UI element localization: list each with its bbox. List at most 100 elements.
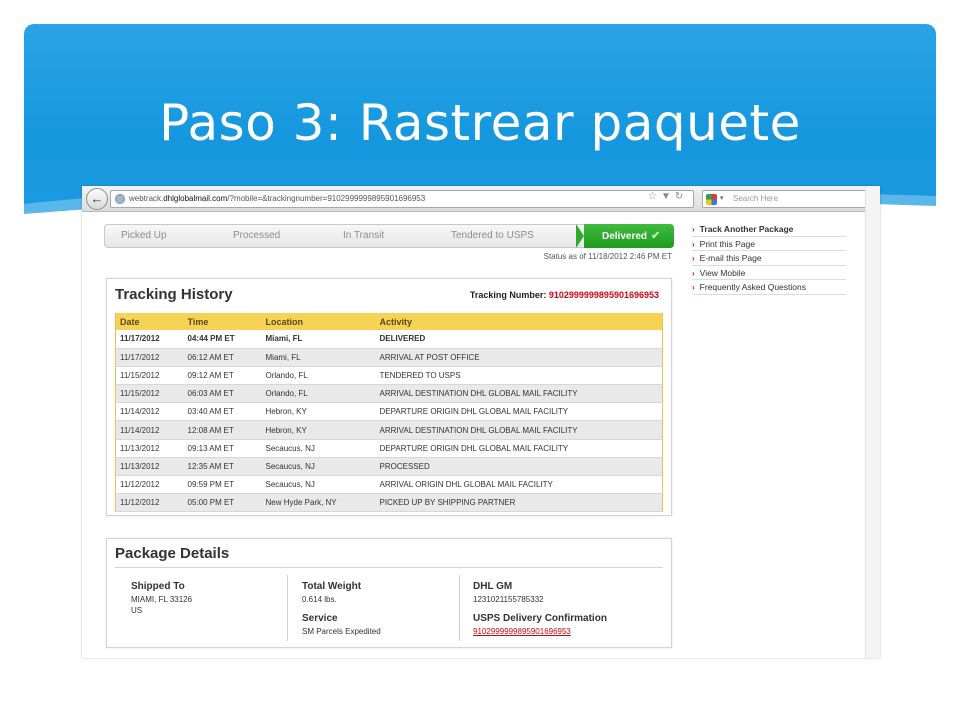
row-activity: ARRIVAL DESTINATION DHL GLOBAL MAIL FACI…: [375, 420, 663, 440]
slide-title: Paso 3: Rastrear paquete: [159, 94, 801, 152]
row-activity: PROCESSED: [375, 457, 663, 477]
row-date: 11/17/2012: [115, 348, 184, 367]
tracking-number-label: Tracking Number:: [469, 290, 547, 300]
col-activity: Activity: [375, 313, 663, 330]
row-location: Miami, FL: [261, 330, 376, 349]
history-dropdown-icon[interactable]: ▼: [661, 191, 675, 202]
tracking-history-body: 11/17/2012 04:44 PM ET Miami, FL DELIVERED 1…: [115, 330, 663, 513]
shipped-to-line1: MIAMI, FL 33126: [131, 595, 193, 604]
row-location: Miami, FL: [261, 348, 376, 367]
row-date: 11/12/2012: [115, 493, 184, 513]
table-row: 11/13/2012 12:35 AM ET Secaucus, NJ PROCESS…: [115, 457, 663, 477]
back-arrow-icon[interactable]: ←: [86, 188, 108, 210]
column-divider: [287, 575, 288, 641]
row-time: 05:00 PM ET: [183, 493, 262, 513]
row-time: 03:40 AM ET: [183, 402, 262, 422]
weight-label: Total Weight: [302, 581, 362, 592]
table-row: 11/17/2012 06:12 AM ET Miami, FL ARRIVAL AT…: [115, 348, 663, 367]
row-date: 11/15/2012: [115, 384, 184, 404]
reload-icon[interactable]: ↻: [675, 191, 687, 202]
row-activity: DEPARTURE ORIGIN DHL GLOBAL MAIL FACILIT…: [375, 439, 663, 458]
shipped-to-label: Shipped To: [131, 581, 185, 592]
row-date: 11/14/2012: [115, 420, 184, 440]
step-delivered-label: Delivered: [602, 231, 648, 242]
status-timestamp: Status as of 11/18/2012 2:46 PM ET: [543, 252, 672, 261]
row-activity: ARRIVAL ORIGIN DHL GLOBAL MAIL FACILITY: [375, 475, 663, 495]
step-delivered: Delivered ✔: [576, 224, 674, 248]
row-time: 12:35 AM ET: [183, 457, 262, 477]
shipped-to-line2: US: [131, 606, 143, 615]
check-icon: ✔: [651, 230, 661, 242]
chevron-right-icon: ›: [692, 268, 695, 278]
sidebar-item-faq[interactable]: › Frequently Asked Questions: [692, 280, 846, 295]
weight-value: 0.614 lbs.: [302, 595, 337, 604]
tracking-history-table: Date Time Location Activity 11/17/2012 04…: [115, 313, 663, 513]
row-time: 04:44 PM ET: [183, 330, 262, 349]
row-date: 11/14/2012: [115, 402, 184, 422]
table-row: 11/12/2012 05:00 PM ET New Hyde Park, NY PI…: [115, 493, 663, 513]
table-row: 11/14/2012 03:40 AM ET Hebron, KY DEPARTURE…: [115, 402, 663, 422]
row-time: 09:12 AM ET: [183, 366, 262, 386]
table-header-row: Date Time Location Activity: [115, 313, 663, 330]
service-value: SM Parcels Expedited: [302, 627, 381, 636]
row-time: 06:03 AM ET: [183, 384, 262, 404]
col-location: Location: [261, 313, 376, 330]
dhl-usps-column: DHL GM 1231021155785332 USPS Delivery Co…: [473, 581, 607, 637]
globe-icon: [115, 194, 125, 204]
row-activity: DEPARTURE ORIGIN DHL GLOBAL MAIL FACILIT…: [375, 402, 663, 422]
row-date: 11/13/2012: [115, 457, 184, 477]
usps-confirmation-link[interactable]: 9102999999895901696953: [473, 626, 607, 637]
url-host: dhlglobalmail.com: [163, 194, 228, 203]
tracking-number-value: 9102999999895901696953: [548, 290, 659, 300]
chevron-right-icon: ›: [692, 239, 695, 249]
row-location: Hebron, KY: [261, 402, 376, 422]
row-activity: ARRIVAL AT POST OFFICE: [375, 348, 663, 367]
browser-toolbar: ← webtrack.dhlglobalmail.com/?mobile=&tr…: [82, 186, 880, 212]
chevron-right-icon: ›: [692, 254, 695, 263]
row-activity: TENDERED TO USPS: [375, 366, 663, 386]
table-row: 11/15/2012 09:12 AM ET Orlando, FL TENDERED…: [115, 366, 663, 386]
row-time: 09:59 PM ET: [183, 475, 262, 495]
sidebar-item-label: View Mobile: [699, 267, 746, 278]
row-date: 11/13/2012: [115, 439, 184, 458]
bookmark-star-icon[interactable]: ☆: [648, 191, 661, 202]
step-processed: Processed: [233, 230, 281, 241]
details-divider: [115, 567, 663, 568]
col-date: Date: [115, 313, 184, 330]
col-time: Time: [183, 313, 262, 330]
chevron-right-icon: ›: [692, 283, 695, 292]
sidebar-links: › Track Another Package › Print this Page …: [692, 222, 846, 295]
browser-screenshot: ← webtrack.dhlglobalmail.com/?mobile=&tr…: [82, 186, 880, 658]
engine-dropdown-icon[interactable]: ▾: [720, 191, 724, 207]
column-divider: [459, 575, 460, 641]
sidebar-item-track-another[interactable]: › Track Another Package: [692, 222, 846, 237]
dhl-gm-label: DHL GM: [473, 581, 513, 592]
scrollbar-track[interactable]: [865, 186, 880, 658]
table-row: 11/14/2012 12:08 AM ET Hebron, KY ARRIVAL D…: [115, 420, 663, 440]
sidebar-item-label: Track Another Package: [699, 224, 794, 234]
search-input[interactable]: ▾ Search Here ⌕: [702, 190, 880, 208]
weight-service-column: Total Weight 0.614 lbs. Service SM Parce…: [302, 581, 381, 637]
tracking-history-title: Tracking History: [115, 286, 233, 303]
row-date: 11/15/2012: [115, 366, 184, 386]
tracking-number: Tracking Number: 9102999999895901696953: [470, 290, 659, 300]
package-details-panel: Package Details Shipped To MIAMI, FL 331…: [106, 538, 672, 648]
step-in-transit: In Transit: [343, 230, 385, 241]
row-location: Orlando, FL: [261, 366, 376, 386]
sidebar-item-view-mobile[interactable]: › View Mobile: [692, 266, 846, 280]
shipment-progress-bar: Picked Up Processed In Transit Tendered …: [104, 224, 674, 248]
chevron-right-icon: ›: [692, 225, 695, 234]
sidebar-item-email[interactable]: › E-mail this Page: [692, 251, 846, 266]
step-tendered: Tendered to USPS: [451, 230, 534, 241]
shipped-to-column: Shipped To MIAMI, FL 33126 US: [131, 581, 192, 616]
row-location: Secaucus, NJ: [261, 439, 376, 458]
row-date: 11/17/2012: [115, 330, 184, 349]
row-date: 11/12/2012: [115, 475, 184, 495]
url-actions: ☆▼↻: [648, 191, 687, 202]
address-bar[interactable]: webtrack.dhlglobalmail.com/?mobile=&trac…: [110, 190, 694, 208]
sidebar-item-label: E-mail this Page: [699, 253, 762, 263]
search-engine-icon[interactable]: [706, 194, 717, 205]
row-location: Secaucus, NJ: [261, 475, 376, 495]
sidebar-item-print[interactable]: › Print this Page: [692, 237, 846, 251]
table-row: 11/13/2012 09:13 AM ET Secaucus, NJ DEPARTU…: [115, 439, 663, 458]
